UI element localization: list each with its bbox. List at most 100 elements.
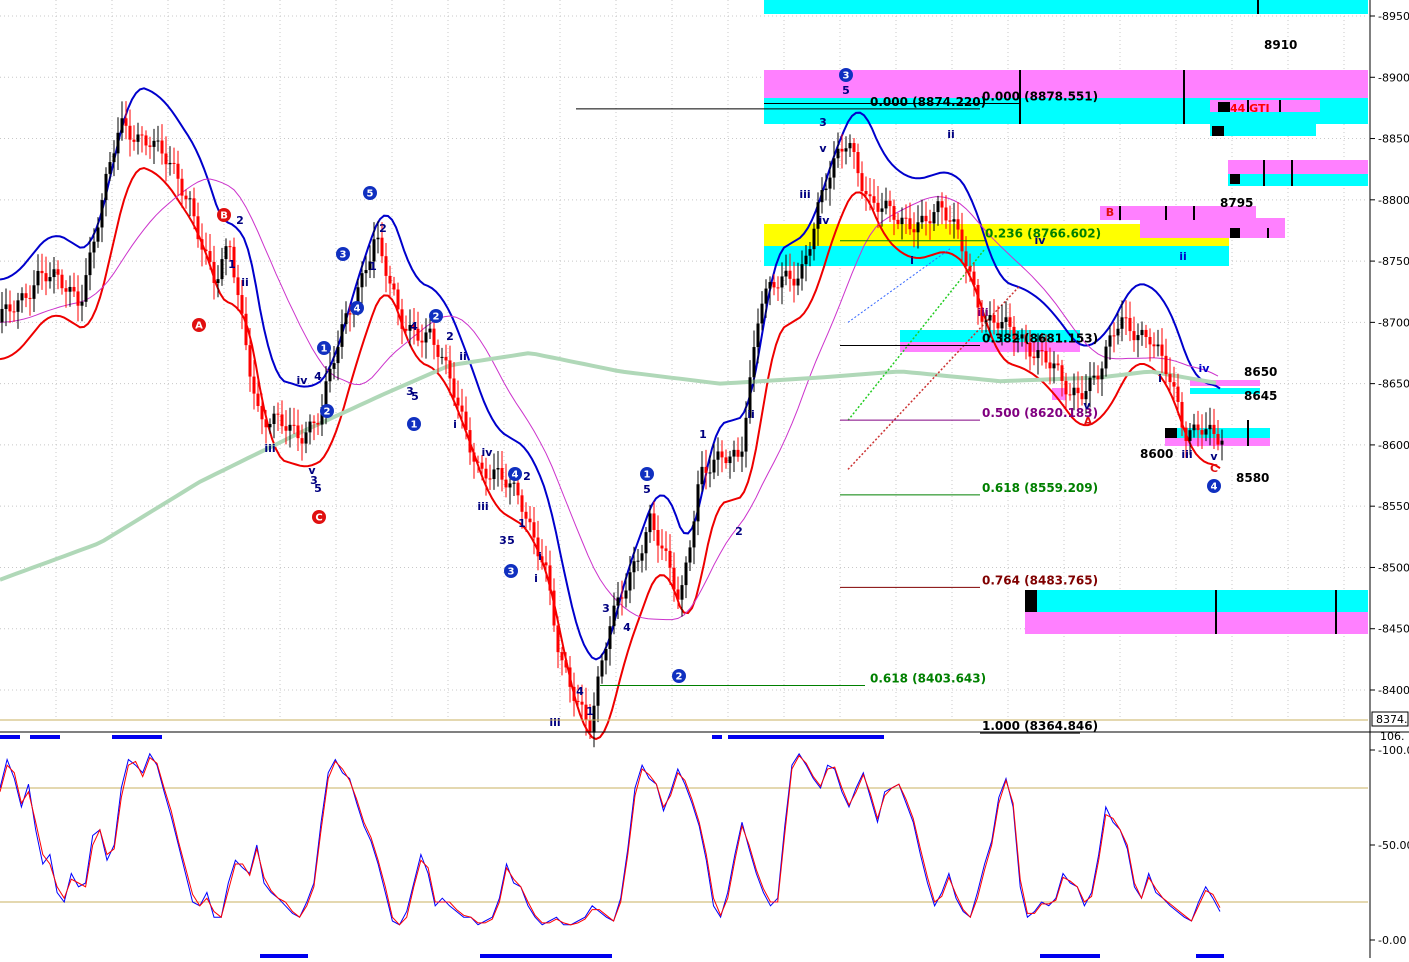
candle-body (656, 529, 660, 546)
candle-body (1060, 365, 1064, 381)
price-note: 8600 (1140, 447, 1173, 461)
candle-body (688, 547, 692, 563)
candle-body (260, 405, 264, 420)
candle-body (520, 495, 524, 512)
candle-body (692, 521, 696, 548)
wave-label: iv (1035, 234, 1047, 247)
wave-label: 4 (576, 685, 584, 698)
candle-body (280, 414, 284, 427)
candle-body (1216, 433, 1220, 445)
wave-label: 3 (602, 602, 610, 615)
fib-label: 0.618 (8403.643) (870, 672, 986, 686)
candle-body (696, 484, 700, 522)
candle-body (528, 518, 532, 523)
candle-body (316, 423, 320, 425)
candle-body (124, 118, 128, 126)
candle-body (840, 148, 844, 152)
candle-body (480, 462, 484, 469)
candle-body (752, 347, 756, 378)
signal-bar (1040, 954, 1100, 958)
candle-body (332, 363, 336, 369)
wave-label: iv (482, 446, 494, 459)
candle-body (636, 560, 640, 562)
candle-body (1092, 375, 1096, 378)
elliott-wave-chart: 44 GTI 0.000 (8874.220)0.000 (8878.551) 0… (0, 0, 1409, 958)
candle-body (1036, 350, 1040, 359)
candle-body (560, 652, 564, 661)
candle-body (652, 513, 656, 530)
candle-body (988, 315, 992, 321)
candle-body (1116, 328, 1120, 336)
candle-body (336, 346, 340, 364)
last-price-label: 8374. (1376, 713, 1408, 726)
candle-body (1104, 346, 1108, 369)
candle-body (940, 201, 944, 208)
candle-body (340, 324, 344, 347)
candle-body (744, 417, 748, 452)
candle-body (40, 270, 44, 274)
wave-label: iv (1199, 362, 1211, 375)
price-note: 8645 (1244, 389, 1277, 403)
candle-body (596, 676, 600, 706)
candle-body (1184, 427, 1188, 441)
candle-body (644, 532, 648, 554)
candle-body (400, 309, 404, 329)
candle-body (964, 251, 968, 267)
candle-body (700, 466, 704, 485)
candle-body (136, 134, 140, 142)
candle-body (248, 345, 252, 377)
candle-body (1148, 337, 1152, 345)
candle-body (576, 700, 580, 702)
candle-body (932, 212, 936, 224)
candle-body (736, 449, 740, 457)
blue-wave-circle: 2 (672, 669, 686, 683)
candle-body (236, 277, 240, 296)
wave-circle-text: 2 (433, 312, 440, 323)
candle-body (212, 261, 216, 284)
wave-label: 5 (643, 483, 651, 496)
candle-body (52, 269, 56, 278)
candle-body (756, 323, 760, 348)
price-tick-label: -8950 (1378, 10, 1409, 23)
fib-label: 0.764 (8483.765) (982, 573, 1098, 587)
wave-label: 2 (523, 470, 531, 483)
zone-marker (1212, 126, 1224, 136)
wave-circle-text: 4 (354, 304, 361, 315)
candle-body (92, 241, 96, 253)
candle-body (824, 188, 828, 191)
wave-label: 5 (411, 390, 419, 403)
price-tick-label: -8500 (1378, 561, 1409, 574)
candle-body (56, 269, 60, 275)
candle-body (724, 457, 728, 464)
candle-body (104, 173, 108, 201)
wave-label: iii (264, 442, 275, 455)
target-zone (1025, 590, 1368, 612)
candle-body (1188, 430, 1192, 441)
candle-body (88, 252, 92, 276)
candle-body (1056, 363, 1060, 366)
price-tick-label: -8600 (1378, 439, 1409, 452)
candle-body (484, 468, 488, 479)
long-moving-average-line (0, 351, 1217, 582)
candle-body (164, 153, 168, 165)
wave-label: ii (747, 408, 755, 421)
candle-body (792, 278, 796, 286)
candle-body (948, 220, 952, 222)
blue-wave-circle: 1 (640, 467, 654, 481)
candle-body (852, 143, 856, 153)
candle-body (288, 424, 292, 431)
candle-body (1204, 429, 1208, 435)
zone-marker (1165, 428, 1177, 438)
candle-body (192, 198, 196, 217)
candle-body (1096, 375, 1100, 380)
price-tick-label: -8750 (1378, 255, 1409, 268)
candle-body (68, 286, 72, 292)
candle-body (1064, 380, 1068, 395)
signal-bar (30, 735, 60, 739)
oscillator-tick-label: -100.0 (1378, 744, 1409, 757)
candle-body (300, 438, 304, 444)
candle-body (512, 482, 516, 484)
candle-body (8, 304, 12, 312)
candle-body (1208, 424, 1212, 430)
candle-body (472, 452, 476, 462)
